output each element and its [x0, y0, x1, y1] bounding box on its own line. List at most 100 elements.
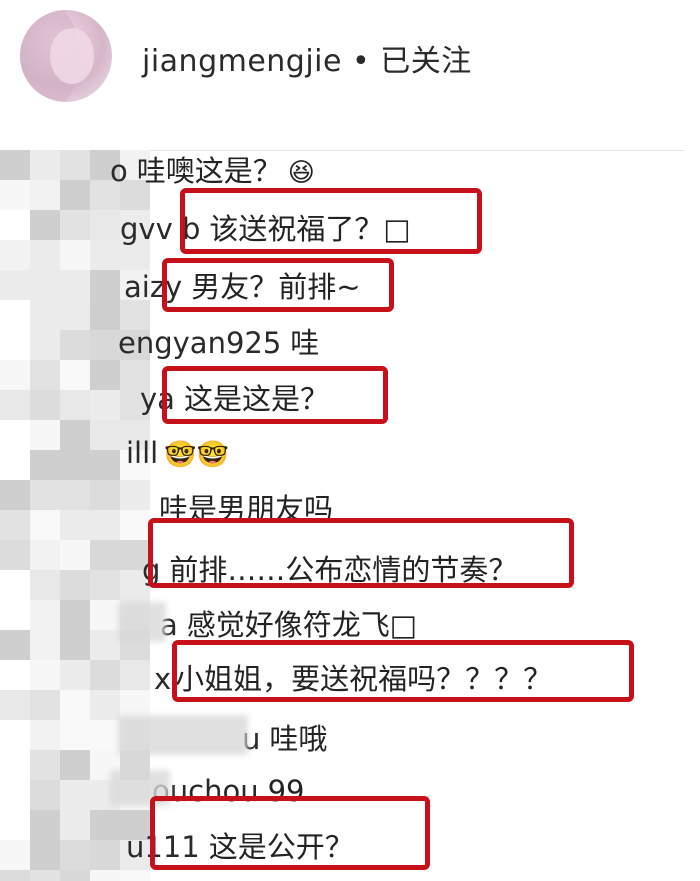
comment-username[interactable]: engyan925 [118, 326, 281, 360]
mosaic-cell [60, 750, 90, 780]
mosaic-cell [30, 690, 60, 720]
mosaic-cell [90, 720, 120, 750]
comment-9: a 感觉好像符龙飞□ [160, 608, 417, 642]
mosaic-cell [0, 180, 30, 210]
mosaic-cell [60, 600, 90, 630]
mosaic-cell [0, 510, 30, 540]
divider [150, 150, 685, 151]
mosaic-cell [30, 420, 60, 450]
highlight-box [172, 640, 634, 702]
mosaic-cell [0, 690, 30, 720]
mosaic-cell [30, 810, 60, 840]
mosaic-cell [90, 510, 120, 540]
mosaic-cell [90, 690, 120, 720]
mosaic-cell [0, 870, 30, 881]
mosaic-cell [60, 360, 90, 390]
mosaic-cell [0, 840, 30, 870]
mosaic-cell [60, 210, 90, 240]
mosaic-cell [0, 360, 30, 390]
mosaic-cell [0, 420, 30, 450]
mosaic-cell [0, 270, 30, 300]
mosaic-cell [0, 720, 30, 750]
laughing-emoji-icon: 😆 [287, 158, 315, 188]
mosaic-cell [90, 210, 120, 240]
mosaic-cell [60, 450, 90, 480]
mosaic-cell [30, 300, 60, 330]
mosaic-cell [0, 810, 30, 840]
comment-text: 哇 [290, 326, 320, 360]
mosaic-cell [90, 330, 120, 360]
mosaic-cell [0, 240, 30, 270]
mosaic-cell [60, 690, 90, 720]
profile-header: jiangmengjie • 已关注 [0, 0, 700, 120]
mosaic-cell [30, 150, 60, 180]
mosaic-cell [60, 180, 90, 210]
nerd-face-emoji-icon: 🤓🤓 [164, 440, 229, 470]
mosaic-cell [90, 420, 120, 450]
comment-text: 哇哦 [269, 722, 328, 756]
mosaic-cell [90, 240, 120, 270]
mosaic-cell [0, 750, 30, 780]
mosaic-cell [60, 300, 90, 330]
username-blur [118, 602, 166, 642]
mosaic-cell [60, 270, 90, 300]
mosaic-cell [90, 390, 120, 420]
mosaic-cell [90, 660, 120, 690]
mosaic-cell [90, 840, 120, 870]
username-follow-status[interactable]: jiangmengjie • 已关注 [142, 36, 472, 80]
mosaic-cell [30, 540, 60, 570]
mosaic-cell [30, 720, 60, 750]
mosaic-cell [0, 570, 30, 600]
mosaic-cell [120, 870, 150, 881]
mosaic-cell [30, 570, 60, 600]
mosaic-cell [60, 420, 90, 450]
mosaic-cell [60, 780, 90, 810]
mosaic-cell [0, 300, 30, 330]
mosaic-cell [0, 480, 30, 510]
mosaic-cell [60, 240, 90, 270]
highlight-box [150, 796, 430, 870]
mosaic-cell [60, 660, 90, 690]
mosaic-cell [0, 630, 30, 660]
mosaic-cell [30, 240, 60, 270]
comment-6: illl 🤓🤓 [126, 436, 229, 472]
mosaic-cell [30, 180, 60, 210]
mosaic-cell [0, 330, 30, 360]
mosaic-cell [120, 660, 150, 690]
avatar-face [50, 28, 94, 84]
mosaic-cell [90, 270, 120, 300]
mosaic-cell [120, 480, 150, 510]
username-blur [118, 715, 248, 755]
comment-text: 感觉好像符龙飞□ [186, 608, 418, 642]
mosaic-cell [30, 630, 60, 660]
comment-4: engyan925 哇 [118, 326, 319, 360]
mosaic-cell [30, 600, 60, 630]
mosaic-cell [30, 510, 60, 540]
mosaic-cell [60, 810, 90, 840]
mosaic-cell [90, 870, 120, 881]
mosaic-cell [60, 570, 90, 600]
mosaic-cell [30, 390, 60, 420]
mosaic-cell [90, 450, 120, 480]
mosaic-cell [30, 360, 60, 390]
comment-username[interactable]: illl [126, 436, 158, 470]
mosaic-cell [60, 870, 90, 881]
comment-username[interactable]: o [110, 154, 128, 188]
highlight-box [148, 518, 574, 588]
mosaic-cell [30, 270, 60, 300]
mosaic-cell [0, 210, 30, 240]
comment-text: 哇噢这是？ [136, 154, 282, 188]
mosaic-cell [30, 840, 60, 870]
comment-1: o 哇噢这是？ 😆 [110, 154, 315, 190]
highlight-box [162, 366, 388, 424]
mosaic-cell [0, 450, 30, 480]
comment-username[interactable]: x [154, 662, 171, 696]
avatar[interactable] [20, 10, 112, 102]
mosaic-cell [30, 450, 60, 480]
mosaic-cell [90, 300, 120, 330]
highlight-box [180, 188, 482, 254]
mosaic-cell [60, 540, 90, 570]
mosaic-cell [0, 540, 30, 570]
highlight-box [162, 258, 394, 312]
mosaic-cell [90, 540, 120, 570]
